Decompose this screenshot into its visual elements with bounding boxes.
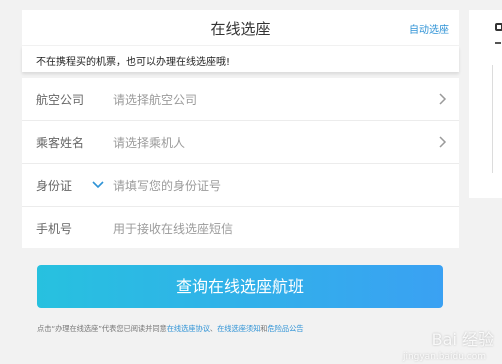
- passenger-select[interactable]: 请选择乘机人: [113, 134, 185, 151]
- side-scroll-edge: [487, 65, 493, 173]
- dangerous-goods-link[interactable]: 危险品公告: [268, 324, 304, 333]
- chevron-down-icon[interactable]: [92, 180, 104, 189]
- auto-seat-link[interactable]: 自动选座: [409, 21, 449, 36]
- agreement-prefix: 点击“办理在线选座”代表您已阅读并同意: [37, 324, 167, 333]
- id-number-input[interactable]: 请填写您的身份证号: [113, 177, 221, 194]
- agreement-link[interactable]: 在线选座协议: [167, 324, 210, 333]
- airline-row[interactable]: 航空公司 请选择航空公司: [22, 78, 459, 121]
- side-panel-mark: [495, 42, 501, 44]
- page-title: 在线选座: [210, 20, 271, 38]
- chevron-right-icon: [439, 93, 447, 105]
- header-bar: 在线选座 自动选座: [22, 10, 459, 45]
- notice-link[interactable]: 在线选座须知: [217, 324, 260, 333]
- phone-row: 手机号 用于接收在线选座短信: [22, 207, 459, 250]
- baidu-watermark-url: jingyan.baidu.com: [402, 352, 486, 362]
- phone-input[interactable]: 用于接收在线选座短信: [113, 220, 233, 237]
- notice-banner: 不在携程买的机票，也可以办理在线选座哦!: [22, 46, 459, 72]
- seat-form: 航空公司 请选择航空公司 乘客姓名 请选择乘机人 身份证 请填写您的身份证号 手…: [22, 78, 459, 248]
- side-panel-glyph: [495, 23, 502, 31]
- agreement-text: 点击“办理在线选座”代表您已阅读并同意在线选座协议、在线选座须知和危险品公告: [37, 324, 304, 334]
- baidu-watermark: Bai 经验: [431, 330, 494, 349]
- airline-select[interactable]: 请选择航空公司: [113, 91, 197, 108]
- side-panel: [469, 10, 502, 198]
- phone-label: 手机号: [36, 222, 73, 236]
- id-row: 身份证 请填写您的身份证号: [22, 164, 459, 207]
- id-type-label[interactable]: 身份证: [36, 177, 72, 194]
- agreement-and: 和: [260, 324, 268, 333]
- chevron-right-icon: [439, 136, 447, 148]
- search-flights-button[interactable]: 查询在线选座航班: [37, 265, 443, 308]
- passenger-label: 乘客姓名: [36, 136, 85, 150]
- airline-label: 航空公司: [36, 93, 85, 107]
- passenger-row[interactable]: 乘客姓名 请选择乘机人: [22, 121, 459, 164]
